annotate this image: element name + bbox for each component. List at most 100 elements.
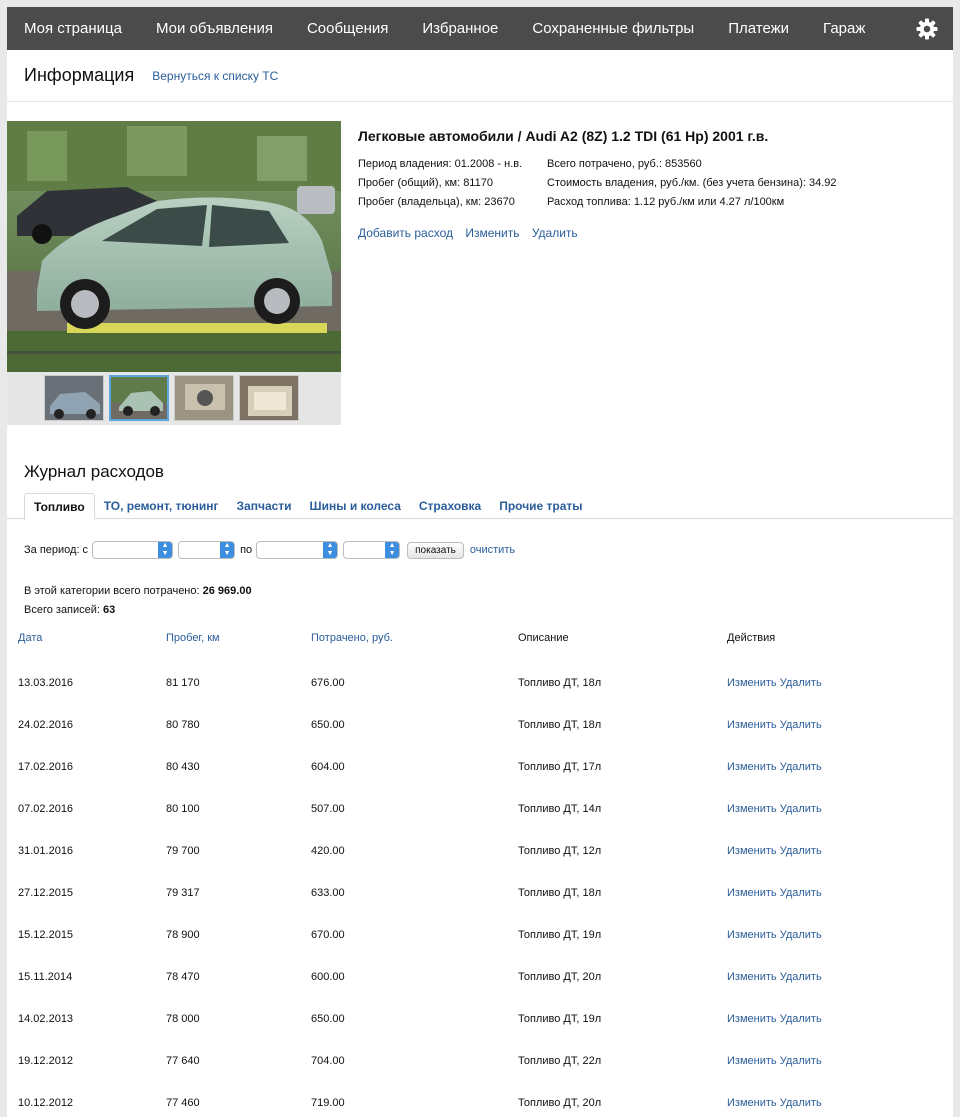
nav-my-ads[interactable]: Мои объявления [139, 7, 290, 50]
nav-favorites[interactable]: Избранное [405, 7, 515, 50]
table-row: 07.02.2016 80 100 507.00 Топливо ДТ, 14л Изм… [7, 773, 953, 815]
row-date: 24.02.2016 [18, 719, 74, 731]
row-actions: Изменить Удалить [727, 1055, 822, 1067]
row-date: 27.12.2015 [18, 887, 74, 899]
edit-row-link[interactable]: Изменить [727, 761, 777, 773]
column-spent[interactable]: Потрачено, руб. [311, 632, 393, 644]
tab-parts[interactable]: Запчасти [228, 493, 301, 519]
car-title: Легковые автомобили / Audi A2 (8Z) 1.2 T… [358, 128, 769, 144]
tab-fuel[interactable]: Топливо [24, 493, 95, 520]
delete-row-link[interactable]: Удалить [780, 971, 822, 983]
delete-row-link[interactable]: Удалить [780, 1013, 822, 1025]
back-to-list-link[interactable]: Вернуться к списку ТС [152, 69, 278, 83]
nav-payments[interactable]: Платежи [711, 7, 806, 50]
car-details: Легковые автомобили / Audi A2 (8Z) 1.2 T… [358, 128, 948, 240]
thumbnail-photo[interactable] [239, 375, 299, 421]
period-to-label: по [240, 544, 253, 556]
thumbnail-photo-selected[interactable] [109, 375, 169, 421]
row-date: 15.11.2014 [18, 971, 73, 983]
row-actions: Изменить Удалить [727, 845, 822, 857]
row-spent: 650.00 [311, 719, 345, 731]
edit-row-link[interactable]: Изменить [727, 887, 777, 899]
edit-row-link[interactable]: Изменить [727, 719, 777, 731]
row-spent: 676.00 [311, 677, 345, 689]
tab-maintenance[interactable]: ТО, ремонт, тюнинг [95, 493, 228, 519]
nav-messages[interactable]: Сообщения [290, 7, 405, 50]
row-description: Топливо ДТ, 20л [518, 971, 602, 983]
row-spent: 704.00 [311, 1055, 345, 1067]
row-mileage: 77 640 [166, 1055, 200, 1067]
info-header: Информация Вернуться к списку ТС [7, 50, 953, 102]
add-expense-link[interactable]: Добавить расход [358, 226, 453, 240]
column-mileage[interactable]: Пробег, км [166, 632, 220, 644]
row-description: Топливо ДТ, 19л [518, 1013, 602, 1025]
delete-car-link[interactable]: Удалить [532, 226, 578, 240]
table-header: Дата Пробег, км Потрачено, руб. Описание… [7, 629, 953, 647]
to-month-select[interactable]: ▲ ▼ [256, 541, 339, 559]
edit-row-link[interactable]: Изменить [727, 1097, 777, 1109]
tab-tires[interactable]: Шины и колеса [301, 493, 410, 519]
ownership-period: Период владения: 01.2008 - н.в. [358, 158, 523, 170]
edit-row-link[interactable]: Изменить [727, 845, 777, 857]
delete-row-link[interactable]: Удалить [780, 887, 822, 899]
from-year-select[interactable]: ▲ ▼ [178, 541, 236, 559]
nav-my-page[interactable]: Моя страница [7, 7, 139, 50]
edit-row-link[interactable]: Изменить [727, 929, 777, 941]
delete-row-link[interactable]: Удалить [780, 677, 822, 689]
row-mileage: 81 170 [166, 677, 200, 689]
cost-per-km: Стоимость владения, руб./км. (без учета … [547, 177, 837, 189]
spent-value: 26 969.00 [202, 585, 252, 597]
period-from-label: За период: с [24, 544, 89, 556]
clear-filter-link[interactable]: очистить [470, 544, 515, 556]
table-row: 13.03.2016 81 170 676.00 Топливо ДТ, 18л Изм… [7, 647, 953, 689]
table-row: 14.02.2013 78 000 650.00 Топливо ДТ, 19л Изм… [7, 983, 953, 1025]
row-spent: 650.00 [311, 1013, 345, 1025]
delete-row-link[interactable]: Удалить [780, 1055, 822, 1067]
delete-row-link[interactable]: Удалить [780, 761, 822, 773]
thumbnail-photo[interactable] [174, 375, 234, 421]
edit-row-link[interactable]: Изменить [727, 971, 777, 983]
records-label: Всего записей: [24, 604, 100, 616]
show-button[interactable]: показать [407, 541, 464, 559]
delete-row-link[interactable]: Удалить [780, 845, 822, 857]
expense-tabs: Топливо ТО, ремонт, тюнинг Запчасти Шины… [7, 493, 953, 520]
row-actions: Изменить Удалить [727, 761, 822, 773]
nav-saved-filters[interactable]: Сохраненные фильтры [515, 7, 711, 50]
to-year-select[interactable]: ▲ ▼ [343, 541, 401, 559]
from-month-select[interactable]: ▲ ▼ [92, 541, 174, 559]
delete-row-link[interactable]: Удалить [780, 929, 822, 941]
nav-garage[interactable]: Гараж [806, 7, 882, 50]
edit-row-link[interactable]: Изменить [727, 803, 777, 815]
expenses-table: Дата Пробег, км Потрачено, руб. Описание… [7, 629, 953, 1109]
edit-row-link[interactable]: Изменить [727, 1055, 777, 1067]
row-date: 13.03.2016 [18, 677, 74, 689]
delete-row-link[interactable]: Удалить [780, 719, 822, 731]
column-description: Описание [518, 632, 569, 644]
page: Моя страница Мои объявления Сообщения Из… [7, 7, 953, 1117]
journal-title: Журнал расходов [24, 462, 164, 481]
edit-row-link[interactable]: Изменить [727, 1013, 777, 1025]
row-spent: 420.00 [311, 845, 345, 857]
gear-icon[interactable] [915, 17, 939, 41]
row-actions: Изменить Удалить [727, 929, 822, 941]
car-main-photo[interactable] [7, 121, 341, 372]
row-actions: Изменить Удалить [727, 1097, 822, 1109]
table-row: 31.01.2016 79 700 420.00 Топливо ДТ, 12л Изм… [7, 815, 953, 857]
column-date[interactable]: Дата [18, 632, 42, 644]
tab-insurance[interactable]: Страховка [410, 493, 490, 519]
edit-row-link[interactable]: Изменить [727, 677, 777, 689]
row-actions: Изменить Удалить [727, 677, 822, 689]
delete-row-link[interactable]: Удалить [780, 1097, 822, 1109]
delete-row-link[interactable]: Удалить [780, 803, 822, 815]
tab-other[interactable]: Прочие траты [490, 493, 591, 519]
owner-mileage: Пробег (владельца), км: 23670 [358, 196, 515, 208]
row-actions: Изменить Удалить [727, 971, 822, 983]
photo-thumbnails [7, 372, 341, 425]
thumbnail-photo[interactable] [44, 375, 104, 421]
edit-car-link[interactable]: Изменить [465, 226, 519, 240]
row-description: Топливо ДТ, 18л [518, 719, 602, 731]
car-stats-right: Всего потрачено, руб.: 853560 Стоимость … [547, 155, 837, 212]
car-stats: Период владения: 01.2008 - н.в. Пробег (… [358, 155, 948, 212]
row-description: Топливо ДТ, 18л [518, 887, 602, 899]
period-filter: За период: с ▲ ▼ ▲ ▼ по ▲ ▼ ▲ ▼ показать очи… [24, 540, 515, 560]
